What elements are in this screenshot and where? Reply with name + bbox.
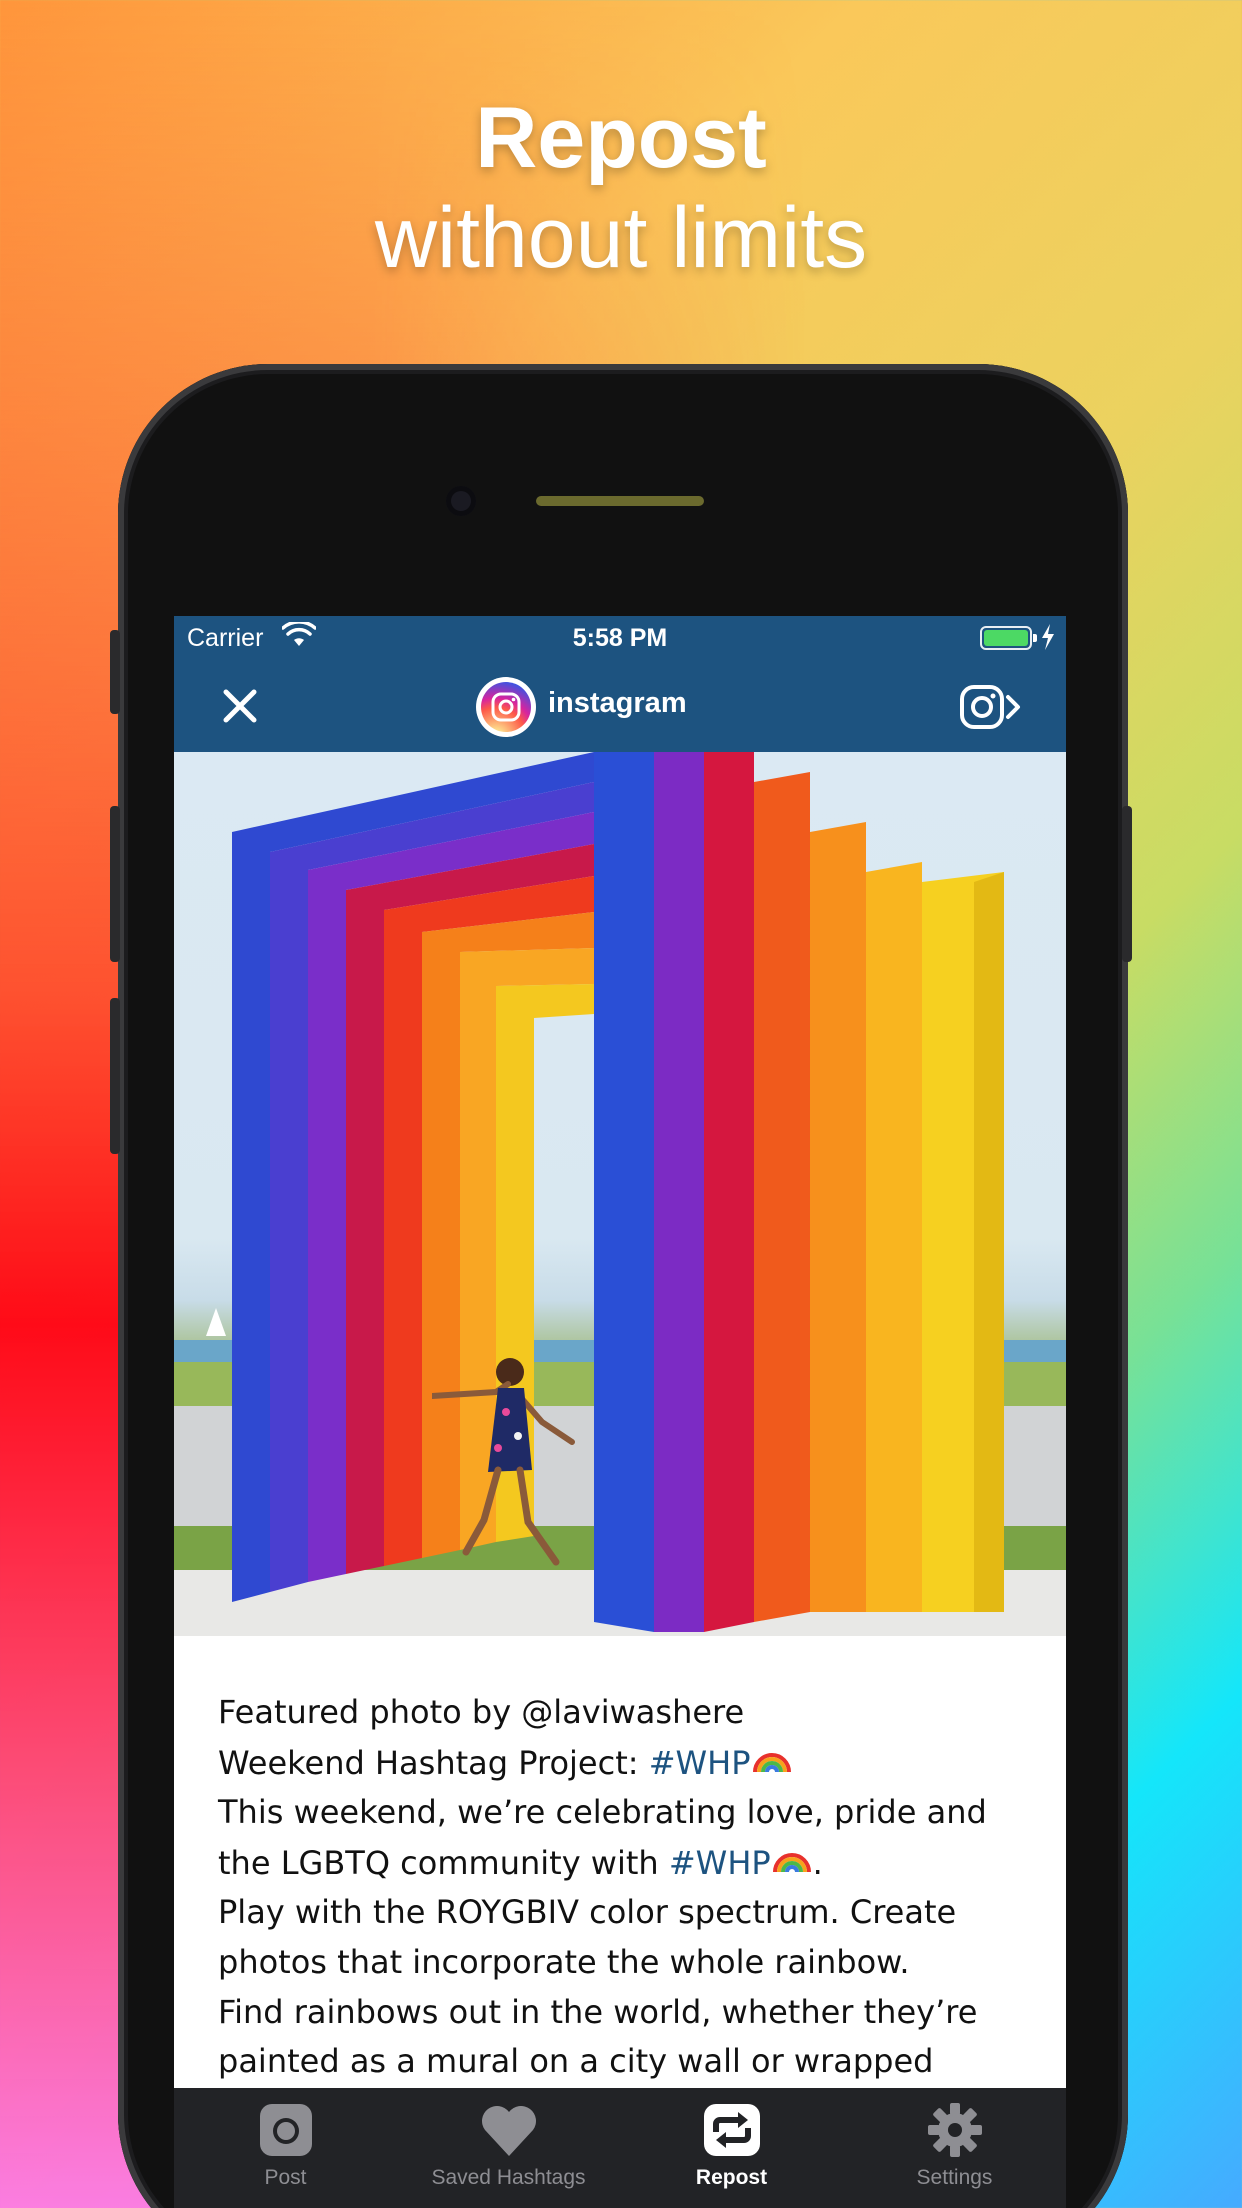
tab-post[interactable]: Post (174, 2088, 397, 2208)
avatar[interactable] (476, 677, 536, 737)
headline: Repost without limits (0, 88, 1242, 288)
post-photo[interactable] (174, 752, 1066, 1636)
tab-repost[interactable]: Repost (620, 2088, 843, 2208)
heart-icon (482, 2106, 536, 2156)
rainbow-emoji-icon (751, 1738, 793, 1780)
tab-bar: Post Saved Hashtags Repost Settings (174, 2088, 1066, 2208)
caption-line: Featured photo by @laviwashere (218, 1693, 745, 1731)
rainbow-arches-illustration (232, 752, 1004, 1632)
phone-volume-up-button (110, 806, 120, 962)
post-caption: Featured photo by @laviwashere Weekend H… (218, 1688, 1038, 2087)
caption-line: Find rainbows out in the world, whether … (218, 1992, 978, 2031)
camera-icon (260, 2104, 312, 2156)
tab-label: Repost (695, 2166, 768, 2189)
headline-title: Repost (475, 90, 767, 186)
repost-icon (704, 2104, 760, 2156)
status-time: 5:58 PM (572, 624, 668, 652)
caption-line: This weekend, we’re celebrating love, pr… (218, 1793, 987, 1832)
earpiece-speaker (536, 496, 704, 506)
caption-line: Play with the ROYGBIV color spectrum. Cr… (218, 1893, 957, 1932)
tab-label: Post (264, 2166, 307, 2189)
gear-icon (928, 2103, 982, 2157)
caption-line: painted as a mural on a city wall or wra… (218, 2042, 934, 2081)
rainbow-emoji-icon (771, 1838, 813, 1880)
tab-saved-hashtags[interactable]: Saved Hashtags (397, 2088, 620, 2208)
hashtag-link[interactable]: #WHP (669, 1844, 771, 1882)
caption-line: Weekend Hashtag Project: #WHP (218, 1738, 1038, 1789)
charging-icon (1042, 624, 1054, 650)
nav-bar: instagram (174, 660, 1066, 752)
phone-power-button (1122, 806, 1132, 962)
status-bar: Carrier 5:58 PM (174, 616, 1066, 660)
tab-label: Settings (916, 2166, 993, 2189)
instagram-share-icon[interactable] (958, 682, 1024, 732)
close-icon[interactable] (220, 686, 260, 726)
instagram-logo-icon (491, 692, 521, 722)
phone-volume-down-button (110, 998, 120, 1154)
tab-settings[interactable]: Settings (843, 2088, 1066, 2208)
username[interactable]: instagram (548, 687, 687, 720)
headline-subtitle: without limits (374, 190, 868, 286)
caption-line: photos that incorporate the whole rainbo… (218, 1942, 910, 1981)
caption-line: the LGBTQ community with #WHP. (218, 1838, 1038, 1889)
tab-label: Saved Hashtags (431, 2166, 586, 2189)
phone-screen: Carrier 5:58 PM instagram Featured photo… (174, 616, 1066, 2208)
hashtag-link[interactable]: #WHP (649, 1744, 751, 1782)
front-camera (446, 486, 476, 516)
phone-mute-switch (110, 630, 120, 714)
dancer-figure (432, 1358, 575, 1566)
battery-icon (980, 626, 1037, 650)
